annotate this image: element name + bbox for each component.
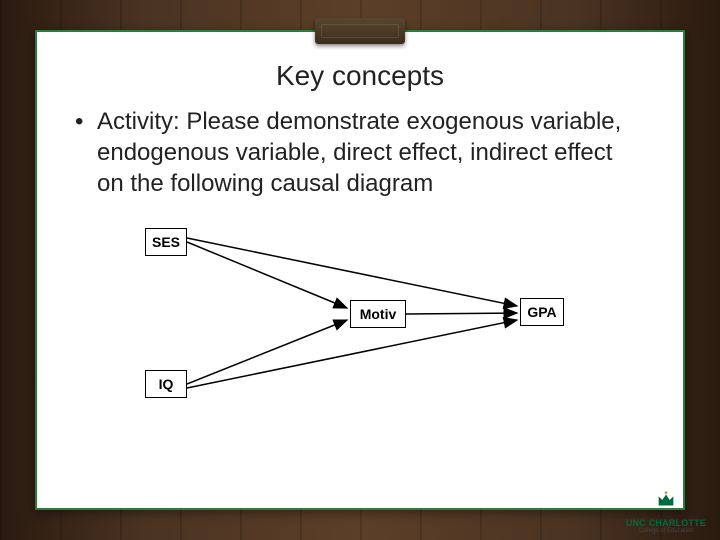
logo-org: UNC CHARLOTTE (626, 518, 706, 528)
crown-icon (655, 489, 677, 511)
node-motiv: Motiv (350, 300, 406, 328)
bullet-activity: Activity: Please demonstrate exogenous v… (67, 106, 653, 200)
node-gpa: GPA (520, 298, 564, 326)
footer-logo: UNC CHARLOTTE College of Education (626, 489, 706, 534)
slide-card: Key concepts Activity: Please demonstrat… (35, 30, 685, 510)
slide-title: Key concepts (67, 60, 653, 92)
causal-diagram: SES Motiv GPA IQ (125, 220, 595, 415)
logo-unit: College of Education (626, 528, 706, 534)
node-iq: IQ (145, 370, 187, 398)
node-ses: SES (145, 228, 187, 256)
binder-clip (315, 18, 405, 44)
